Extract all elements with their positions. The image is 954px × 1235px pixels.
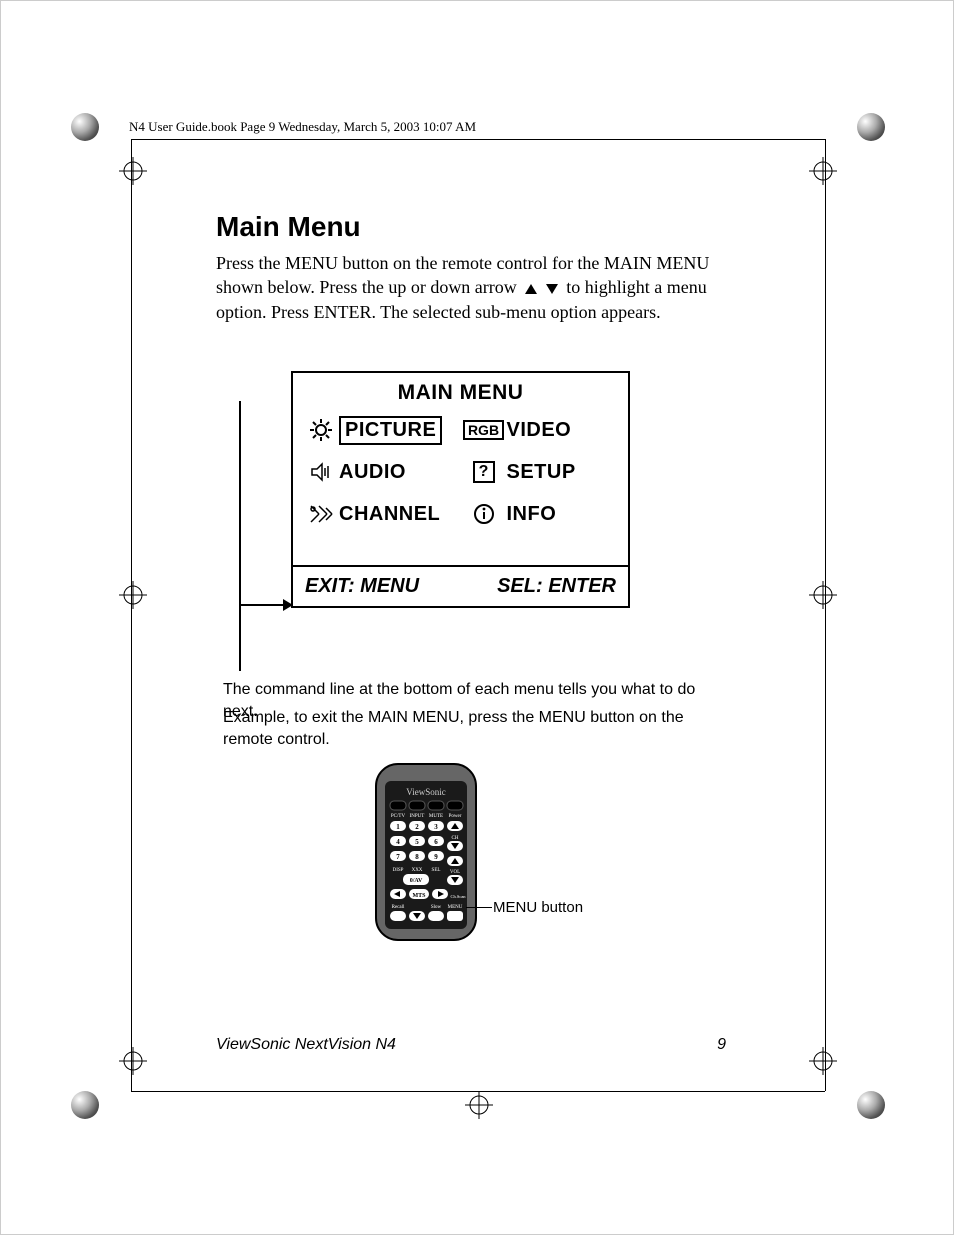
- body-text: Example, to exit the MAIN MENU, press th…: [223, 707, 723, 750]
- svg-text:8: 8: [415, 853, 419, 861]
- crop-sphere: [71, 113, 99, 141]
- svg-text:MENU: MENU: [448, 905, 463, 910]
- registration-mark: [119, 1047, 147, 1075]
- svg-text:DISP: DISP: [393, 868, 404, 873]
- menu-title: MAIN MENU: [293, 373, 628, 409]
- svg-text:INPUT: INPUT: [410, 814, 425, 819]
- svg-text:XXX: XXX: [412, 868, 423, 873]
- svg-text:0/AV: 0/AV: [410, 878, 423, 884]
- svg-text:PC/TV: PC/TV: [391, 814, 406, 819]
- registration-mark: [809, 157, 837, 185]
- svg-text:ViewSonic: ViewSonic: [406, 787, 445, 797]
- menu-footer: EXIT: MENU SEL: ENTER: [293, 565, 628, 606]
- menu-item-channel[interactable]: CHANNEL: [303, 493, 461, 535]
- registration-mark: [465, 1091, 493, 1119]
- menu-label: PICTURE: [339, 416, 442, 445]
- svg-text:Slow: Slow: [431, 905, 442, 910]
- callout-arrow: [241, 604, 291, 606]
- registration-mark: [119, 157, 147, 185]
- svg-text:Power: Power: [449, 814, 462, 819]
- remote-illustration: ViewSonic PC/TV INPUT MUTE Power 1 2 3 4 5 6…: [373, 761, 479, 948]
- svg-text:9: 9: [434, 853, 438, 861]
- down-arrow-icon: [546, 284, 558, 294]
- remote-callout: MENU button: [493, 899, 583, 916]
- svg-text:MUTE: MUTE: [429, 814, 443, 819]
- svg-text:Recall: Recall: [392, 905, 405, 910]
- callout-line: [239, 401, 241, 671]
- svg-text:SEL: SEL: [432, 868, 441, 873]
- main-menu-panel: MAIN MENU PICTURE AUDIO: [291, 371, 630, 608]
- crop-sphere: [857, 1091, 885, 1119]
- menu-exit-hint: EXIT: MENU: [305, 575, 497, 598]
- brightness-icon: [303, 418, 339, 442]
- guide-line: [825, 139, 826, 1091]
- menu-label: VIDEO: [507, 419, 572, 442]
- speaker-icon: [303, 460, 339, 484]
- svg-text:Ch.Scan: Ch.Scan: [450, 894, 466, 899]
- page-heading: Main Menu: [216, 211, 746, 243]
- menu-item-picture[interactable]: PICTURE: [303, 409, 461, 451]
- svg-text:3: 3: [434, 823, 438, 831]
- guide-line: [131, 1091, 825, 1092]
- menu-item-audio[interactable]: AUDIO: [303, 451, 461, 493]
- info-icon: [461, 503, 507, 525]
- channel-icon: [303, 502, 339, 526]
- svg-text:1: 1: [396, 823, 400, 831]
- menu-item-setup[interactable]: ? SETUP: [461, 451, 619, 493]
- header-meta: N4 User Guide.book Page 9 Wednesday, Mar…: [129, 119, 476, 135]
- svg-text:2: 2: [415, 823, 419, 831]
- up-arrow-icon: [525, 284, 537, 294]
- svg-text:6: 6: [434, 838, 438, 846]
- guide-line: [131, 139, 132, 1091]
- svg-text:CH: CH: [452, 836, 459, 841]
- svg-text:5: 5: [415, 838, 419, 846]
- svg-text:7: 7: [396, 853, 400, 861]
- svg-text:VOL: VOL: [450, 870, 460, 875]
- registration-mark: [119, 581, 147, 609]
- guide-line: [131, 139, 825, 140]
- registration-mark: [809, 1047, 837, 1075]
- crop-sphere: [857, 113, 885, 141]
- rgb-icon: RGB: [461, 420, 507, 440]
- question-icon: ?: [461, 461, 507, 483]
- menu-label: AUDIO: [339, 461, 406, 484]
- footer-product: ViewSonic NextVision N4: [216, 1036, 717, 1054]
- intro-text: Press the MENU button on the remote cont…: [216, 251, 746, 324]
- footer-page: 9: [717, 1036, 726, 1054]
- menu-label: SETUP: [507, 461, 576, 484]
- svg-text:4: 4: [396, 838, 400, 846]
- svg-text:MTS: MTS: [412, 893, 426, 899]
- menu-select-hint: SEL: ENTER: [497, 575, 616, 598]
- menu-item-video[interactable]: RGB VIDEO: [461, 409, 619, 451]
- menu-label: INFO: [507, 503, 557, 526]
- registration-mark: [809, 581, 837, 609]
- crop-sphere: [71, 1091, 99, 1119]
- menu-item-info[interactable]: INFO: [461, 493, 619, 535]
- menu-label: CHANNEL: [339, 503, 440, 526]
- callout-line: [466, 907, 492, 908]
